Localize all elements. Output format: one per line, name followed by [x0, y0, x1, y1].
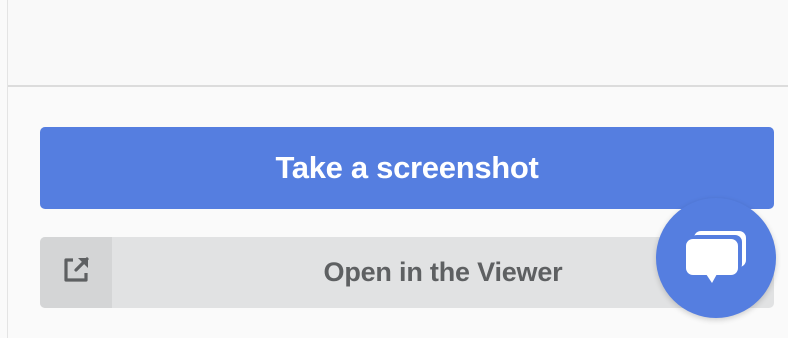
screenshot-panel: Take a screenshot Open in the Viewer	[0, 0, 788, 338]
take-screenshot-label: Take a screenshot	[275, 150, 539, 185]
chat-icon	[684, 227, 748, 290]
top-panel	[8, 0, 788, 85]
chat-launcher-button[interactable]	[656, 198, 776, 318]
external-link-icon-box	[40, 237, 112, 308]
external-link-icon	[61, 255, 91, 290]
take-screenshot-button[interactable]: Take a screenshot	[40, 127, 774, 209]
section-divider	[8, 85, 788, 87]
